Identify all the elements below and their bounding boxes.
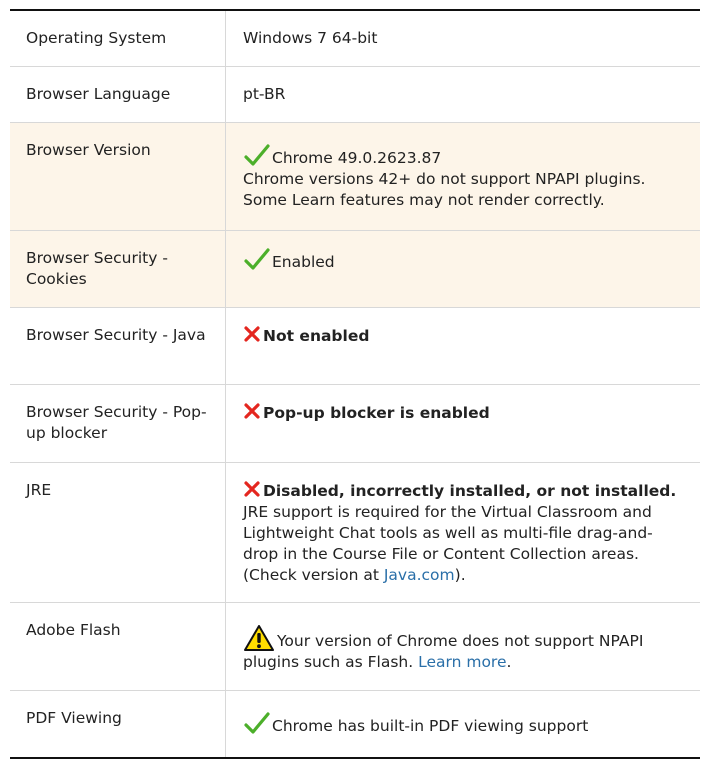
cookies-status: Enabled <box>272 253 335 271</box>
row-label-jre: JRE <box>10 462 226 603</box>
row-label-java: Browser Security - Java <box>10 307 226 385</box>
row-value-browser-version: Chrome 49.0.2623.87 Chrome versions 42+ … <box>225 122 700 231</box>
table-row: PDF Viewing Chrome has built-in PDF view… <box>10 690 701 759</box>
row-value-adobe-flash: Your version of Chrome does not support … <box>225 602 700 691</box>
row-label-operating-system: Operating System <box>10 10 226 67</box>
row-label-browser-version: Browser Version <box>10 122 226 231</box>
browser-version-status: Chrome 49.0.2623.87 <box>272 149 442 167</box>
table-row: Adobe Flash Your version of Chrome does … <box>10 602 700 691</box>
row-label-pdf-viewing: PDF Viewing <box>10 690 226 758</box>
row-label-adobe-flash: Adobe Flash <box>10 602 226 691</box>
java-com-link[interactable]: Java.com <box>384 566 455 584</box>
flash-status-end: . <box>506 653 512 671</box>
warning-icon <box>244 625 274 651</box>
table-row: Operating System Windows 7 64-bit <box>10 10 700 67</box>
row-value-popup-blocker: Pop-up blocker is enabled <box>225 384 700 463</box>
table-row: Browser Security - Cookies Enabled <box>10 230 700 308</box>
status-line: Chrome has built-in PDF viewing support <box>243 712 680 737</box>
java-status: Not enabled <box>263 327 370 345</box>
check-icon <box>244 144 270 166</box>
jre-note: JRE support is required for the Virtual … <box>243 502 680 586</box>
pdf-viewing-status: Chrome has built-in PDF viewing support <box>272 717 589 735</box>
status-line: Disabled, incorrectly installed, or not … <box>243 480 680 502</box>
jre-status: Disabled, incorrectly installed, or not … <box>263 482 677 500</box>
table-row: Browser Version Chrome 49.0.2623.87 Chro… <box>10 122 700 231</box>
status-line: Pop-up blocker is enabled <box>243 402 680 424</box>
row-label-popup-blocker: Browser Security - Pop-up blocker <box>10 384 226 463</box>
row-value-pdf-viewing: Chrome has built-in PDF viewing support <box>226 691 701 759</box>
check-icon <box>244 248 270 270</box>
jre-note-end: ). <box>454 566 466 584</box>
x-icon <box>244 403 260 419</box>
row-value-java: Not enabled <box>225 307 700 385</box>
row-label-browser-language: Browser Language <box>10 66 226 123</box>
popup-blocker-status: Pop-up blocker is enabled <box>263 404 490 422</box>
row-value-cookies: Enabled <box>225 230 700 308</box>
x-icon <box>244 481 260 497</box>
system-check-table: Operating System Windows 7 64-bit Browse… <box>10 9 700 759</box>
row-value-operating-system: Windows 7 64-bit <box>225 10 700 67</box>
row-value-browser-language: pt-BR <box>225 66 700 123</box>
status-line: Enabled <box>243 248 680 273</box>
table-row: JRE Disabled, incorrectly installed, or … <box>10 462 700 603</box>
table-row: Browser Security - Java Not enabled <box>10 307 700 385</box>
x-icon <box>244 326 260 342</box>
table-row: Browser Security - Pop-up blocker Pop-up… <box>10 384 700 463</box>
status-line: Your version of Chrome does not support … <box>243 624 680 673</box>
status-line: Not enabled <box>243 325 680 347</box>
row-label-cookies: Browser Security - Cookies <box>10 230 226 308</box>
learn-more-link[interactable]: Learn more <box>418 653 506 671</box>
status-line: Chrome 49.0.2623.87 <box>243 144 680 169</box>
row-value-jre: Disabled, incorrectly installed, or not … <box>225 462 700 603</box>
table-row: Browser Language pt-BR <box>10 66 700 123</box>
browser-version-note: Chrome versions 42+ do not support NPAPI… <box>243 170 646 209</box>
check-icon <box>244 712 270 734</box>
